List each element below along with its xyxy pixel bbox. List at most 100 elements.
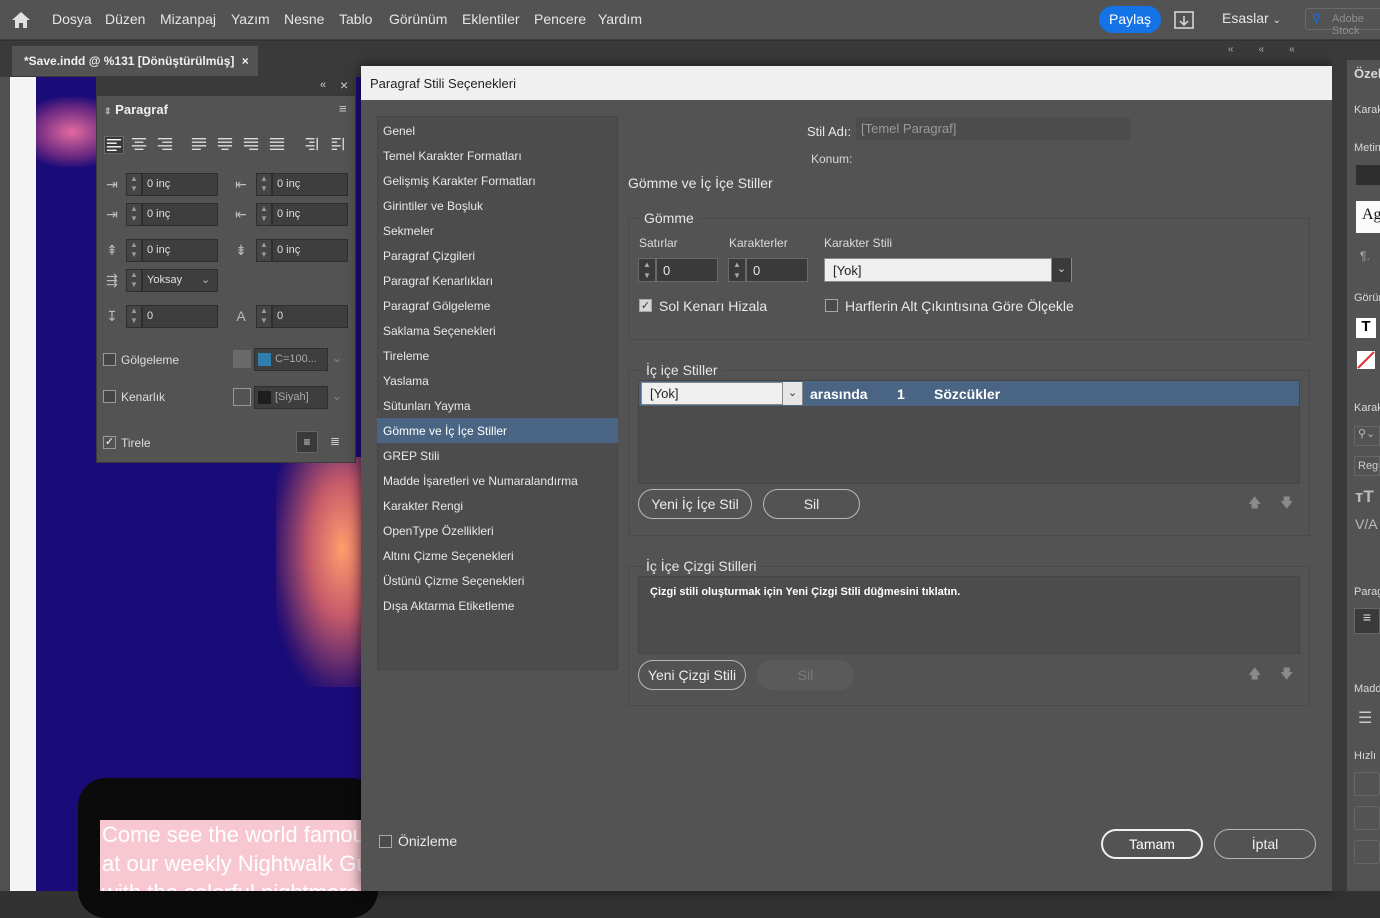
paragraph-mark-icon[interactable]: ¶.	[1360, 249, 1370, 263]
menu-view[interactable]: Görünüm	[389, 11, 447, 27]
menu-layout[interactable]: Mizanpaj	[160, 11, 216, 27]
drop-cap-chars-field[interactable]: 0	[272, 305, 348, 328]
space-after-stepper[interactable]: ▲ ▼	[256, 239, 272, 262]
menu-file[interactable]: Dosya	[52, 11, 92, 27]
align-to-grid-stepper[interactable]: ▲ ▼	[126, 269, 142, 292]
paragraph-composer-icon[interactable]: ≣	[324, 431, 346, 453]
category-item[interactable]: Üstünü Çizme Seçenekleri	[377, 568, 618, 593]
align-away-spine-button[interactable]	[328, 136, 348, 154]
panel-collapse-icons[interactable]: « « «	[1228, 44, 1295, 55]
border-color-select[interactable]: [Siyah]	[254, 386, 328, 409]
move-up-icon[interactable]: 🡅	[1248, 494, 1261, 516]
menu-plugins[interactable]: Eklentiler	[462, 11, 520, 27]
align-right-button[interactable]	[156, 136, 176, 154]
justify-center-button[interactable]	[216, 136, 236, 154]
quick-action-button[interactable]	[1354, 772, 1380, 796]
category-item[interactable]: Altını Çizme Seçenekleri	[377, 543, 618, 568]
space-before-stepper[interactable]: ▲ ▼	[126, 239, 142, 262]
promo-text-frame[interactable]: Come see the world famous at our weekly …	[100, 820, 362, 891]
last-line-indent-stepper[interactable]: ▲ ▼	[256, 203, 272, 226]
category-item[interactable]: Karakter Rengi	[377, 493, 618, 518]
left-indent-field[interactable]: 0 inç	[142, 173, 218, 196]
shading-color-select[interactable]: C=100...	[254, 348, 328, 371]
drop-cap-lines-stepper[interactable]: ▲ ▼	[126, 305, 142, 328]
quick-action-button[interactable]	[1354, 840, 1380, 864]
nested-style-unit[interactable]: Sözcükler	[934, 386, 1000, 402]
justify-all-button[interactable]	[268, 136, 288, 154]
space-after-field[interactable]: 0 inç	[272, 239, 348, 262]
style-name-field[interactable]: [Temel Paragraf]	[856, 118, 1130, 140]
category-item[interactable]: Yaslama	[377, 368, 618, 393]
text-fill-icon[interactable]: T	[1356, 318, 1376, 338]
move-down-icon[interactable]: 🡇	[1280, 494, 1293, 516]
bullet-list-icon[interactable]: ☰	[1358, 708, 1372, 728]
border-settings-icon[interactable]	[233, 388, 251, 406]
text-stroke-icon[interactable]	[1356, 350, 1376, 370]
single-line-composer-icon[interactable]: ≡	[296, 431, 318, 453]
category-item[interactable]: Girintiler ve Boşluk	[377, 193, 618, 218]
drop-cap-chars-stepper[interactable]: ▲ ▼	[256, 305, 272, 328]
category-item[interactable]: Temel Karakter Formatları	[377, 143, 618, 168]
properties-panel-title[interactable]: Özel	[1354, 66, 1380, 81]
share-button[interactable]: Paylaş	[1099, 6, 1161, 33]
menu-table[interactable]: Tablo	[339, 11, 372, 27]
stock-search-input[interactable]: ⚲ Adobe Stock	[1305, 8, 1380, 37]
new-nested-style-button[interactable]: Yeni İç İçe Stil	[638, 489, 752, 519]
menu-object[interactable]: Nesne	[284, 11, 324, 27]
category-item[interactable]: Tireleme	[377, 343, 618, 368]
category-item[interactable]: Gelişmiş Karakter Formatları	[377, 168, 618, 193]
lines-field[interactable]: 0	[656, 258, 718, 282]
quick-action-button[interactable]	[1354, 806, 1380, 830]
shading-checkbox[interactable]	[103, 353, 116, 366]
category-item[interactable]: GREP Stili	[377, 443, 618, 468]
new-line-style-button[interactable]: Yeni Çizgi Stili	[638, 660, 746, 690]
category-item[interactable]: Madde İşaretleri ve Numaralandırma	[377, 468, 618, 493]
scale-descenders-checkbox[interactable]	[825, 299, 838, 312]
delete-nested-style-button[interactable]: Sil	[763, 489, 860, 519]
justify-right-button[interactable]	[242, 136, 262, 154]
document-tab[interactable]: *Save.indd @ %131 [Dönüştürülmüş] ×	[12, 46, 258, 76]
category-item[interactable]: Paragraf Gölgeleme	[377, 293, 618, 318]
lines-stepper[interactable]: ▲ ▼	[638, 258, 656, 282]
align-center-button[interactable]	[130, 136, 150, 154]
font-preview[interactable]: Ag	[1356, 201, 1380, 233]
category-item[interactable]: Sütunları Yayma	[377, 393, 618, 418]
paragraph-align-left-icon[interactable]: ≡	[1354, 608, 1380, 634]
align-to-grid-select[interactable]: Yoksay ⌄	[142, 269, 218, 292]
hyphenate-checkbox[interactable]: ✓	[103, 436, 116, 449]
preview-checkbox[interactable]	[379, 835, 392, 848]
category-item[interactable]: Dışa Aktarma Etiketleme	[377, 593, 618, 618]
nested-style-relation[interactable]: arasında	[810, 386, 868, 402]
paragraph-panel-tab[interactable]: ⇕ Paragraf	[98, 97, 174, 123]
left-indent-stepper[interactable]: ▲ ▼	[126, 173, 142, 196]
chevron-down-icon[interactable]: ⌄	[332, 351, 342, 365]
border-checkbox[interactable]	[103, 390, 116, 403]
characters-stepper[interactable]: ▲ ▼	[728, 258, 746, 282]
home-icon[interactable]	[10, 9, 32, 31]
move-up-icon[interactable]: 🡅	[1248, 665, 1261, 687]
first-line-indent-stepper[interactable]: ▲ ▼	[126, 203, 142, 226]
category-item[interactable]: Paragraf Kenarlıkları	[377, 268, 618, 293]
menu-type[interactable]: Yazım	[231, 11, 270, 27]
characters-field[interactable]: 0	[746, 258, 808, 282]
shading-settings-icon[interactable]	[233, 350, 251, 368]
nested-style-row[interactable]: [Yok] ⌄ arasında 1 Sözcükler	[639, 381, 1299, 406]
move-down-icon[interactable]: 🡇	[1280, 665, 1293, 687]
chevron-down-icon[interactable]: ⌄	[332, 389, 342, 403]
font-search-icon[interactable]: ⚲⌄	[1354, 426, 1380, 446]
close-tab-icon[interactable]: ×	[242, 54, 249, 68]
nested-style-select[interactable]: [Yok] ⌄	[641, 382, 803, 405]
menu-edit[interactable]: Düzen	[105, 11, 145, 27]
nested-style-count[interactable]: 1	[897, 386, 905, 402]
first-line-indent-field[interactable]: 0 inç	[142, 203, 218, 226]
last-line-indent-field[interactable]: 0 inç	[272, 203, 348, 226]
align-left-button[interactable]	[104, 136, 124, 154]
collapse-panel-icon[interactable]: «	[320, 79, 326, 91]
cancel-button[interactable]: İptal	[1214, 829, 1316, 859]
workspace-switcher[interactable]: Esaslar ⌄	[1222, 10, 1281, 26]
close-panel-icon[interactable]: ×	[340, 77, 348, 93]
category-item[interactable]: Saklama Seçenekleri	[377, 318, 618, 343]
align-toward-spine-button[interactable]	[302, 136, 322, 154]
category-item[interactable]: Genel	[377, 118, 618, 143]
category-item[interactable]: Gömme ve İç İçe Stiller	[377, 418, 618, 443]
